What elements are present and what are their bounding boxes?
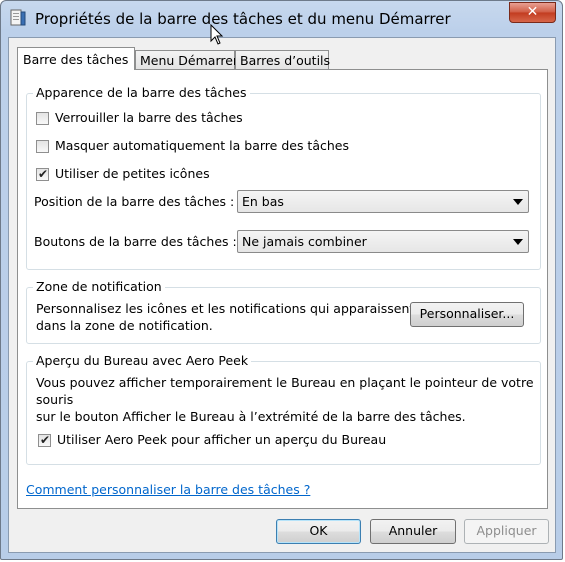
apply-button[interactable]: Appliquer	[464, 519, 549, 544]
position-label: Position de la barre des tâches :	[34, 194, 235, 209]
dropdown-arrow-icon	[513, 199, 523, 205]
customize-button[interactable]: Personnaliser...	[410, 302, 524, 327]
position-value: En bas	[242, 194, 284, 209]
close-icon: ✕	[526, 4, 539, 20]
tab-barres-outils[interactable]: Barres d’outils	[235, 50, 330, 69]
notification-text-line1: Personnalisez les icônes et les notifica…	[36, 301, 415, 316]
notification-legend: Zone de notification	[33, 279, 165, 294]
notification-text: Personnalisez les icônes et les notifica…	[36, 300, 414, 334]
buttons-value: Ne jamais combiner	[242, 234, 367, 249]
tab-menu-demarrer[interactable]: Menu Démarrer	[135, 50, 238, 69]
help-link[interactable]: Comment personnaliser la barre des tâche…	[26, 482, 310, 497]
checkbox-box[interactable]: ✔	[38, 433, 51, 447]
notification-group: Zone de notification Personnalisez les i…	[26, 279, 541, 344]
lock-taskbar-label: Verrouiller la barre des tâches	[55, 110, 243, 125]
aero-peek-text-line2: sur le bouton Afficher le Bureau à l’ext…	[36, 409, 466, 424]
dialog-client-area: Barre des tâches Menu Démarrer Barres d’…	[8, 37, 556, 553]
window-title: Propriétés de la barre des tâches et du …	[35, 10, 451, 28]
position-select[interactable]: En bas	[237, 190, 529, 213]
autohide-label: Masquer automatiquement la barre des tâc…	[55, 138, 349, 153]
use-aero-peek-label: Utiliser Aero Peek pour afficher un aper…	[57, 432, 387, 447]
checkbox-box[interactable]	[36, 112, 49, 125]
notification-text-line2: dans la zone de notification.	[36, 318, 213, 333]
aero-peek-legend: Aperçu du Bureau avec Aero Peek	[33, 353, 252, 368]
appearance-group: Apparence de la barre des tâches Verroui…	[26, 85, 541, 270]
small-icons-label: Utiliser de petites icônes	[55, 166, 210, 181]
title-bar[interactable]: Propriétés de la barre des tâches et du …	[1, 1, 562, 37]
tab-barre-des-taches[interactable]: Barre des tâches	[17, 47, 135, 70]
cancel-button[interactable]: Annuler	[370, 519, 456, 544]
aero-peek-text: Vous pouvez afficher temporairement le B…	[36, 374, 540, 425]
close-button[interactable]: ✕	[509, 2, 556, 23]
aero-peek-group: Aperçu du Bureau avec Aero Peek Vous pou…	[26, 353, 541, 465]
aero-peek-text-line1: Vous pouvez afficher temporairement le B…	[36, 375, 534, 407]
properties-window: Propriétés de la barre des tâches et du …	[0, 0, 563, 560]
tab-panel: Apparence de la barre des tâches Verroui…	[17, 69, 548, 509]
dropdown-arrow-icon	[513, 239, 523, 245]
checkbox-box[interactable]	[36, 140, 49, 153]
checkmark-icon: ✔	[38, 167, 49, 181]
buttons-select[interactable]: Ne jamais combiner	[237, 230, 529, 253]
appearance-legend: Apparence de la barre des tâches	[33, 85, 250, 100]
ok-button[interactable]: OK	[276, 519, 361, 544]
taskbar-app-icon	[10, 9, 26, 26]
mouse-pointer-icon	[210, 24, 224, 45]
buttons-label: Boutons de la barre des tâches :	[34, 234, 237, 249]
checkmark-icon: ✔	[40, 433, 51, 447]
checkbox-box[interactable]: ✔	[36, 167, 49, 181]
